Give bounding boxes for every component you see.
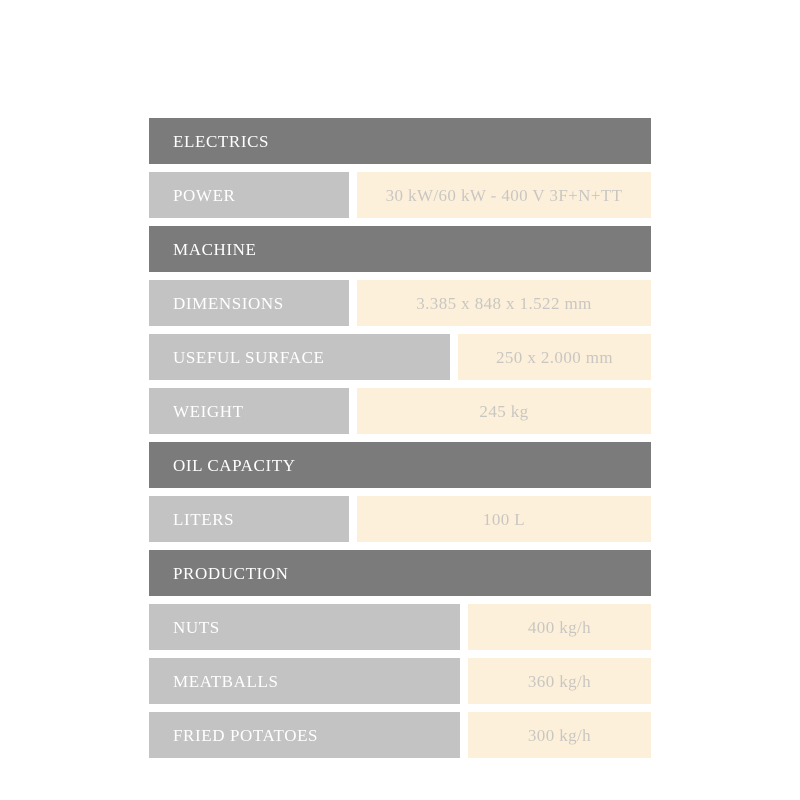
table-row: NUTS 400 kg/h <box>149 604 651 650</box>
spec-value-text: 30 kW/60 kW - 400 V 3F+N+TT <box>385 185 623 205</box>
section-title-production: PRODUCTION <box>173 563 289 583</box>
section-header-row-electrics: ELECTRICS <box>149 118 651 164</box>
table-row: WEIGHT 245 kg <box>149 388 651 434</box>
spec-label-text: MEATBALLS <box>173 671 279 691</box>
spec-value-text: 360 kg/h <box>527 671 592 691</box>
spec-label-text: FRIED POTATOES <box>173 725 319 745</box>
table-row: USEFUL SURFACE 250 x 2.000 mm <box>149 334 651 380</box>
cell-gap <box>349 388 357 434</box>
spec-label-text: POWER <box>173 185 236 205</box>
spec-value-cell: 300 kg/h <box>468 712 651 758</box>
table-row: FRIED POTATOES 300 kg/h <box>149 712 651 758</box>
spec-label-cell: USEFUL SURFACE <box>149 334 450 380</box>
cell-gap <box>460 604 468 650</box>
spec-value-cell: 360 kg/h <box>468 658 651 704</box>
cell-gap <box>349 280 357 326</box>
section-header-row-oil-capacity: OIL CAPACITY <box>149 442 651 488</box>
spec-label-cell: MEATBALLS <box>149 658 460 704</box>
specifications-table: ELECTRICS POWER 30 kW/60 kW - 400 V 3F+N+T… <box>149 118 651 758</box>
section-title-oil-capacity: OIL CAPACITY <box>173 455 296 475</box>
cell-gap <box>349 172 357 218</box>
spec-label-cell: WEIGHT <box>149 388 349 434</box>
spec-value-cell: 100 L <box>357 496 651 542</box>
table-row: LITERS 100 L <box>149 496 651 542</box>
section-header-machine: MACHINE <box>149 226 651 272</box>
spec-label-text: NUTS <box>173 617 220 637</box>
spec-value-cell: 400 kg/h <box>468 604 651 650</box>
spec-value-cell: 245 kg <box>357 388 651 434</box>
spec-value-text: 3.385 x 848 x 1.522 mm <box>416 293 592 313</box>
cell-gap <box>460 712 468 758</box>
spec-value-text: 300 kg/h <box>527 725 592 745</box>
cell-gap <box>460 658 468 704</box>
spec-label-cell: LITERS <box>149 496 349 542</box>
spec-label-cell: FRIED POTATOES <box>149 712 460 758</box>
table-row: POWER 30 kW/60 kW - 400 V 3F+N+TT <box>149 172 651 218</box>
spec-label-text: LITERS <box>173 509 235 529</box>
spec-label-text: USEFUL SURFACE <box>173 347 325 367</box>
spec-label-cell: NUTS <box>149 604 460 650</box>
spec-label-cell: POWER <box>149 172 349 218</box>
spec-label-text: DIMENSIONS <box>173 293 284 313</box>
section-header-electrics: ELECTRICS <box>149 118 651 164</box>
section-header-production: PRODUCTION <box>149 550 651 596</box>
section-header-oil-capacity: OIL CAPACITY <box>149 442 651 488</box>
section-title-machine: MACHINE <box>173 239 257 259</box>
section-header-row-production: PRODUCTION <box>149 550 651 596</box>
table-row: DIMENSIONS 3.385 x 848 x 1.522 mm <box>149 280 651 326</box>
spec-value-text: 250 x 2.000 mm <box>495 347 614 367</box>
cell-gap <box>450 334 458 380</box>
spec-value-cell: 30 kW/60 kW - 400 V 3F+N+TT <box>357 172 651 218</box>
spec-label-text: WEIGHT <box>173 401 244 421</box>
spec-value-cell: 250 x 2.000 mm <box>458 334 651 380</box>
spec-label-cell: DIMENSIONS <box>149 280 349 326</box>
spec-value-text: 245 kg <box>479 401 529 421</box>
cell-gap <box>349 496 357 542</box>
section-header-row-machine: MACHINE <box>149 226 651 272</box>
spec-value-text: 100 L <box>482 509 526 529</box>
spec-value-text: 400 kg/h <box>527 617 592 637</box>
table-row: MEATBALLS 360 kg/h <box>149 658 651 704</box>
spec-value-cell: 3.385 x 848 x 1.522 mm <box>357 280 651 326</box>
section-title-electrics: ELECTRICS <box>173 131 270 151</box>
